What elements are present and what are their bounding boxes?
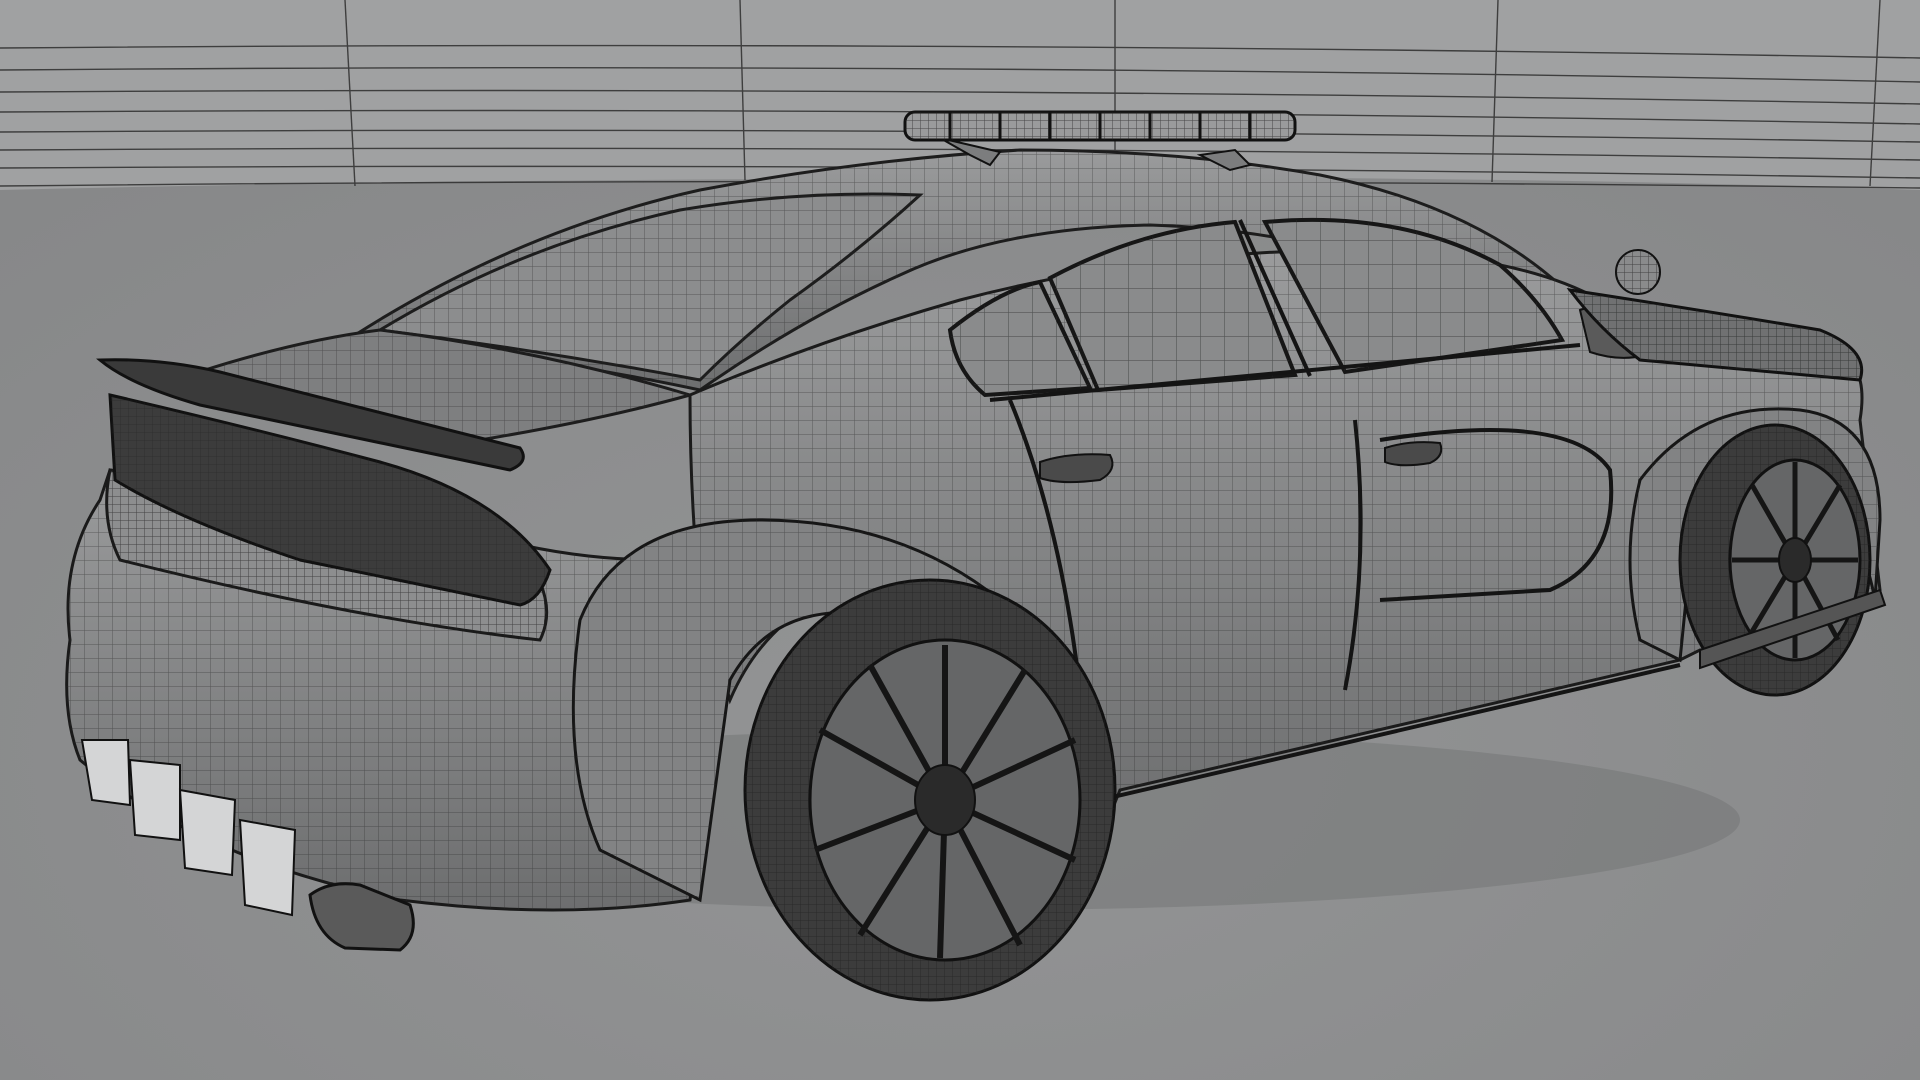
wireframe-scene bbox=[0, 0, 1920, 1080]
front-hub bbox=[1778, 537, 1812, 583]
rear-wheel bbox=[743, 578, 1117, 1002]
render-viewport bbox=[0, 0, 1920, 1080]
front-door-handle bbox=[1384, 441, 1443, 467]
rear-door-handle bbox=[1039, 453, 1114, 484]
rear-hub bbox=[914, 764, 976, 836]
